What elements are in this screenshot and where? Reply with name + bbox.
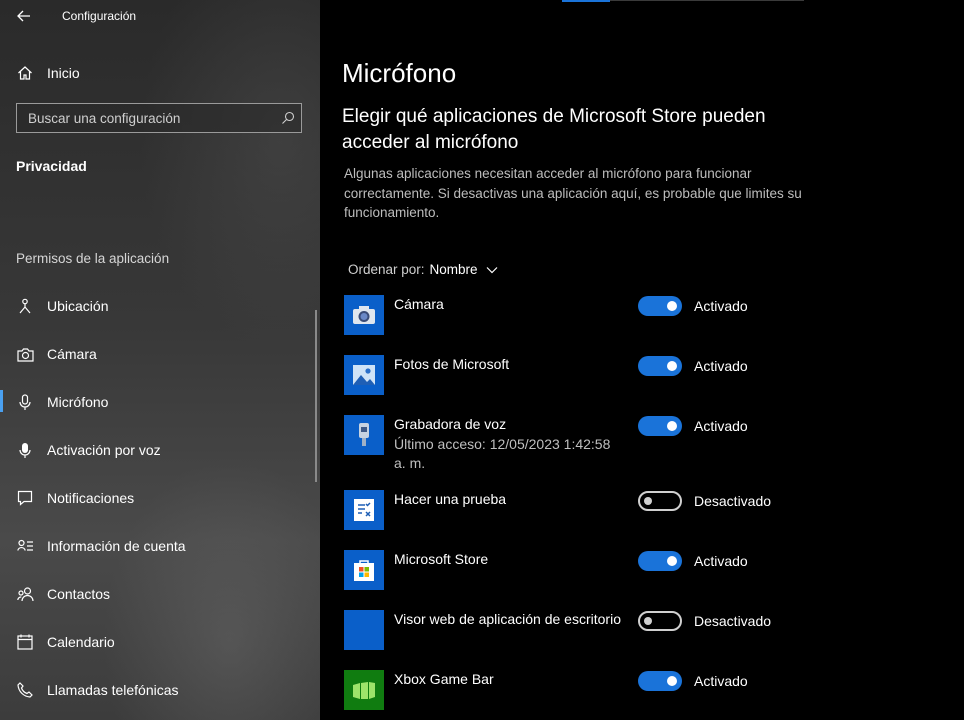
sidebar-item-label: Cámara	[47, 346, 97, 362]
toggle-state-label: Activado	[694, 298, 748, 314]
sidebar-item-location[interactable]: Ubicación	[0, 286, 320, 326]
toggle-state-label: Activado	[694, 418, 748, 434]
app-name: Visor web de aplicación de escritorio	[394, 611, 621, 627]
store-app-icon	[344, 550, 384, 590]
app-toggle[interactable]	[638, 491, 682, 511]
search-box[interactable]	[16, 103, 302, 133]
sidebar-item-home[interactable]: Inicio	[0, 53, 320, 93]
sidebar-item-label: Notificaciones	[47, 490, 135, 506]
sidebar: Configuración Inicio Privacidad Permisos…	[0, 0, 320, 720]
scroll-indicator	[562, 0, 804, 2]
phone-calls-icon	[16, 681, 34, 699]
location-icon	[16, 297, 34, 315]
toggle-state-label: Activado	[694, 553, 748, 569]
photos-app-icon	[344, 355, 384, 395]
sidebar-item-microphone[interactable]: Micrófono	[0, 382, 320, 422]
sort-value: Nombre	[429, 262, 478, 277]
app-name: Fotos de Microsoft	[394, 356, 510, 372]
calendar-icon	[16, 633, 34, 651]
sidebar-item-notifications[interactable]: Notificaciones	[0, 478, 320, 518]
sidebar-item-label: Llamadas telefónicas	[47, 682, 179, 698]
app-toggle[interactable]	[638, 356, 682, 376]
sort-label: Ordenar por:	[348, 262, 425, 277]
toggle-state-label: Activado	[694, 358, 748, 374]
microphone-icon	[16, 393, 34, 411]
take-a-test-app-icon	[344, 490, 384, 530]
section-title: Elegir qué aplicaciones de Microsoft Sto…	[342, 106, 766, 153]
app-name: Hacer una prueba	[394, 491, 507, 507]
web-viewer-app-icon	[344, 610, 384, 650]
scroll-indicator-accent	[562, 0, 610, 2]
back-button[interactable]	[12, 4, 36, 28]
window-title: Configuración	[62, 9, 137, 23]
sidebar-item-phone-calls[interactable]: Llamadas telefónicas	[0, 670, 320, 710]
app-name: Xbox Game Bar	[394, 671, 494, 687]
voice-recorder-app-icon	[344, 415, 384, 455]
app-toggle[interactable]	[638, 671, 682, 691]
chevron-down-icon	[486, 266, 497, 273]
sidebar-item-account-info[interactable]: Información de cuenta	[0, 526, 320, 566]
xbox-game-bar-app-icon	[344, 670, 384, 710]
sidebar-item-contacts[interactable]: Contactos	[0, 574, 320, 614]
app-toggle[interactable]	[638, 416, 682, 436]
app-toggle[interactable]	[638, 611, 682, 631]
page-title: Micrófono	[342, 58, 457, 88]
home-icon	[16, 64, 34, 82]
sidebar-item-label: Información de cuenta	[47, 538, 186, 554]
sidebar-item-calendar[interactable]: Calendario	[0, 622, 320, 662]
sidebar-item-label: Ubicación	[47, 298, 109, 314]
app-toggle[interactable]	[638, 551, 682, 571]
voice-activation-icon	[16, 441, 34, 459]
toggle-state-label: Desactivado	[694, 493, 772, 509]
account-info-icon	[16, 537, 34, 555]
sidebar-item-label: Contactos	[47, 586, 111, 602]
sidebar-item-label: Activación por voz	[47, 442, 161, 458]
contacts-icon	[16, 585, 34, 603]
app-toggle[interactable]	[638, 296, 682, 316]
main-content: Micrófono Elegir qué aplicaciones de Mic…	[320, 0, 964, 720]
category-title: Privacidad	[16, 158, 87, 174]
search-icon[interactable]	[281, 111, 295, 125]
toggle-state-label: Desactivado	[694, 613, 772, 629]
sidebar-item-label: Calendario	[47, 634, 115, 650]
camera-icon	[16, 345, 34, 363]
toggle-state-label: Activado	[694, 673, 748, 689]
camera-app-icon	[344, 295, 384, 335]
back-arrow-icon	[17, 10, 30, 22]
app-name: Cámara	[394, 296, 444, 312]
notifications-icon	[16, 489, 34, 507]
title-bar: Configuración	[0, 0, 320, 32]
sidebar-item-label: Inicio	[47, 65, 80, 81]
sidebar-item-camera[interactable]: Cámara	[0, 334, 320, 374]
last-access-text: Último acceso: 12/05/2023 1:42:58 a. m.	[394, 436, 611, 471]
section-header: Permisos de la aplicación	[16, 251, 170, 266]
sidebar-item-voice-activation[interactable]: Activación por voz	[0, 430, 320, 470]
search-input[interactable]	[17, 104, 267, 132]
sort-dropdown[interactable]: Ordenar por: Nombre	[348, 262, 498, 277]
sidebar-item-label: Micrófono	[47, 394, 109, 410]
section-description: Algunas aplicaciones necesitan acceder a…	[344, 166, 802, 220]
app-name: Grabadora de voz	[394, 416, 507, 432]
app-name: Microsoft Store	[394, 551, 489, 567]
